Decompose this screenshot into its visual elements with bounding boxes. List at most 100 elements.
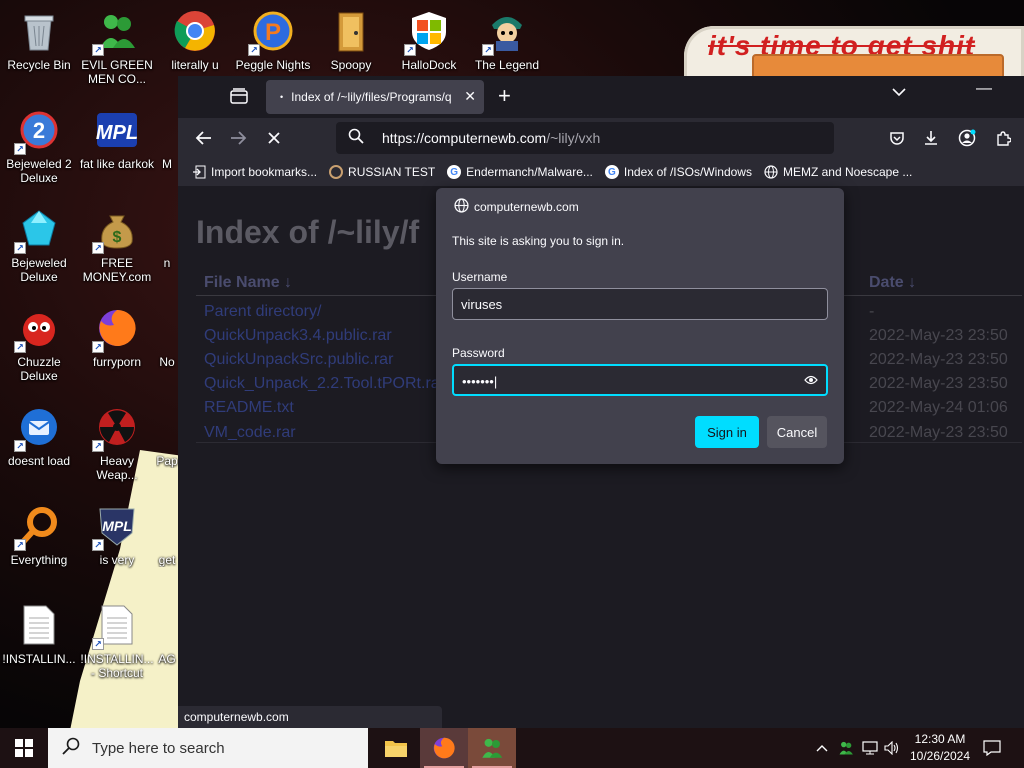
forward-button[interactable] (226, 126, 250, 150)
show-hidden-icons-chevron-icon[interactable] (812, 728, 832, 768)
password-field[interactable]: •••••••| (452, 364, 828, 396)
desktop-icon-peggle-nights[interactable]: P ↗ Peggle Nights (234, 8, 312, 72)
desktop-icon-installin[interactable]: !INSTALLIN... (0, 602, 78, 666)
windows-logo-icon: ↗ (404, 8, 452, 56)
icon-label: get (158, 553, 176, 567)
extensions-button[interactable] (992, 127, 1014, 149)
file-date: 2022-May-23 23:50 (869, 424, 1008, 441)
downloads-button[interactable] (920, 127, 942, 149)
file-link[interactable]: QuickUnpackSrc.public.rar (204, 351, 393, 369)
file-link[interactable]: QuickUnpack3.4.public.rar (204, 327, 392, 345)
desktop-icon-get-partial[interactable]: get (156, 503, 178, 567)
pocket-button[interactable] (886, 127, 908, 149)
cancel-button[interactable]: Cancel (767, 416, 827, 448)
desktop-icon-furryporn[interactable]: ↗ furryporn (78, 305, 156, 369)
volume-icon[interactable] (882, 728, 902, 768)
desktop-icon-free-money[interactable]: $ ↗ FREE MONEY.com (78, 206, 156, 284)
gem-icon: ↗ (14, 206, 62, 254)
url-path: /~lily/vxh (546, 130, 601, 146)
username-label: Username (452, 270, 508, 284)
address-bar[interactable]: https://computernewb.com/~lily/vxh (336, 122, 834, 154)
desktop-icon-bejeweled-deluxe[interactable]: ↗ Bejeweled Deluxe (0, 206, 78, 284)
stop-loading-button[interactable] (262, 126, 286, 150)
shortcut-arrow-icon: ↗ (482, 44, 494, 56)
icon-label: EVIL GREEN MEN CO... (81, 58, 153, 86)
svg-text:2: 2 (33, 118, 45, 143)
desktop-icon-heavy-weapon[interactable]: ↗ Heavy Weap... (78, 404, 156, 482)
network-icon[interactable] (860, 728, 880, 768)
taskbar-firefox[interactable] (420, 728, 468, 768)
character-icon: ↗ (482, 8, 530, 56)
bookmarks-toolbar: Import bookmarks... RUSSIAN TEST G Ender… (178, 158, 1024, 186)
taskbar-file-explorer[interactable] (372, 728, 420, 768)
desktop-icon-hallodock[interactable]: ↗ HalloDock (390, 8, 468, 72)
desktop-icon-installin-shortcut[interactable]: ↗ !INSTALLIN... - Shortcut (78, 602, 156, 680)
column-date[interactable]: Date ↓ (869, 274, 916, 292)
desktop-icon-pap-partial[interactable]: Pap (156, 404, 178, 468)
username-field[interactable]: viruses (452, 288, 828, 320)
sign-in-button[interactable]: Sign in (695, 416, 759, 448)
desktop-icon-spoopy[interactable]: Spoopy (312, 8, 390, 72)
desktop-icon-recycle-bin[interactable]: Recycle Bin (0, 8, 78, 72)
file-date: 2022-May-23 23:50 (869, 327, 1008, 344)
file-link[interactable]: Parent directory/ (204, 303, 321, 321)
google-g-icon: G (447, 165, 462, 179)
back-button[interactable] (192, 126, 216, 150)
desktop-icon-chrome[interactable]: literally u (156, 8, 234, 72)
bookmark-endermanch[interactable]: G Endermanch/Malware... (447, 165, 593, 179)
account-button[interactable] (956, 127, 978, 149)
desktop-icon-bejeweled-2[interactable]: 2 ↗ Bejeweled 2 Deluxe (0, 107, 78, 185)
desktop-icon-evil-green-men[interactable]: ↗ EVIL GREEN MEN CO... (78, 8, 156, 86)
desktop-icon-n-partial[interactable]: n (156, 206, 178, 270)
desktop-icon-ag-partial[interactable]: AG (156, 602, 178, 666)
bookmark-import[interactable]: Import bookmarks... (192, 165, 317, 179)
column-file-name[interactable]: File Name ↓ (204, 274, 292, 292)
partial-icon (156, 404, 178, 450)
icon-label: n (163, 256, 171, 270)
text-document-icon: ↗ (92, 602, 140, 650)
money-bag-icon: $ ↗ (92, 206, 140, 254)
recycle-bin-icon (16, 8, 62, 54)
radiation-icon: ↗ (92, 404, 140, 452)
list-tabs-chevron-icon[interactable] (892, 84, 906, 102)
tab-active[interactable]: • Index of /~lily/files/Programs/q ✕ (266, 80, 484, 114)
file-link[interactable]: Quick_Unpack_2.2.Tool.tPORt.rar (204, 375, 445, 393)
reveal-password-eye-icon[interactable] (804, 373, 818, 388)
desktop-icon-fat-like-darkok[interactable]: MPL fat like darkok (78, 107, 156, 171)
desktop-icon-m-partial[interactable]: M (156, 107, 178, 171)
shortcut-arrow-icon: ↗ (92, 440, 104, 452)
taskbar-green-men[interactable] (468, 728, 516, 768)
tab-close-icon[interactable]: ✕ (464, 88, 476, 105)
shortcut-arrow-icon: ↗ (92, 44, 104, 56)
mpl-shield-icon: MPL ↗ (92, 503, 140, 551)
partial-icon (156, 305, 178, 351)
taskbar-search-box[interactable]: Type here to search (48, 728, 368, 768)
start-button[interactable] (0, 728, 48, 768)
peggle-icon: P ↗ (248, 8, 296, 56)
bookmark-memz[interactable]: MEMZ and Noescape ... (764, 165, 912, 179)
dialog-site-name: computernewb.com (474, 200, 579, 214)
desktop-icon-is-very[interactable]: MPL ↗ is very (78, 503, 156, 567)
bookmark-index-isos[interactable]: G Index of /ISOs/Windows (604, 165, 752, 179)
notifications-button[interactable] (980, 728, 1004, 768)
bookmark-russian-test[interactable]: RUSSIAN TEST (329, 165, 435, 179)
minimize-button[interactable]: — (976, 80, 992, 98)
shortcut-arrow-icon: ↗ (404, 44, 416, 56)
desktop-icon-no-partial[interactable]: No (156, 305, 178, 369)
icon-label: literally u (171, 58, 219, 72)
dialog-message: This site is asking you to sign in. (452, 234, 625, 248)
desktop-icon-chuzzle[interactable]: ↗ Chuzzle Deluxe (0, 305, 78, 383)
file-link[interactable]: VM_code.rar (204, 424, 296, 442)
desktop-icon-doesnt-load[interactable]: ↗ doesnt load (0, 404, 78, 468)
tab-title: Index of /~lily/files/Programs/q (291, 90, 452, 104)
icon-label: Peggle Nights (235, 58, 311, 72)
file-date: 2022-May-24 01:06 (869, 399, 1008, 416)
desktop-icon-the-legend[interactable]: ↗ The Legend (468, 8, 546, 72)
taskbar-clock[interactable]: 12:30 AM 10/26/2024 (906, 731, 974, 765)
file-link[interactable]: README.txt (204, 399, 294, 417)
tray-green-men-icon[interactable] (836, 728, 856, 768)
chuzzle-icon: ↗ (14, 305, 62, 353)
firefox-view-button[interactable] (228, 85, 250, 107)
desktop-icon-everything[interactable]: ↗ Everything (0, 503, 78, 567)
new-tab-button[interactable]: + (498, 84, 511, 108)
